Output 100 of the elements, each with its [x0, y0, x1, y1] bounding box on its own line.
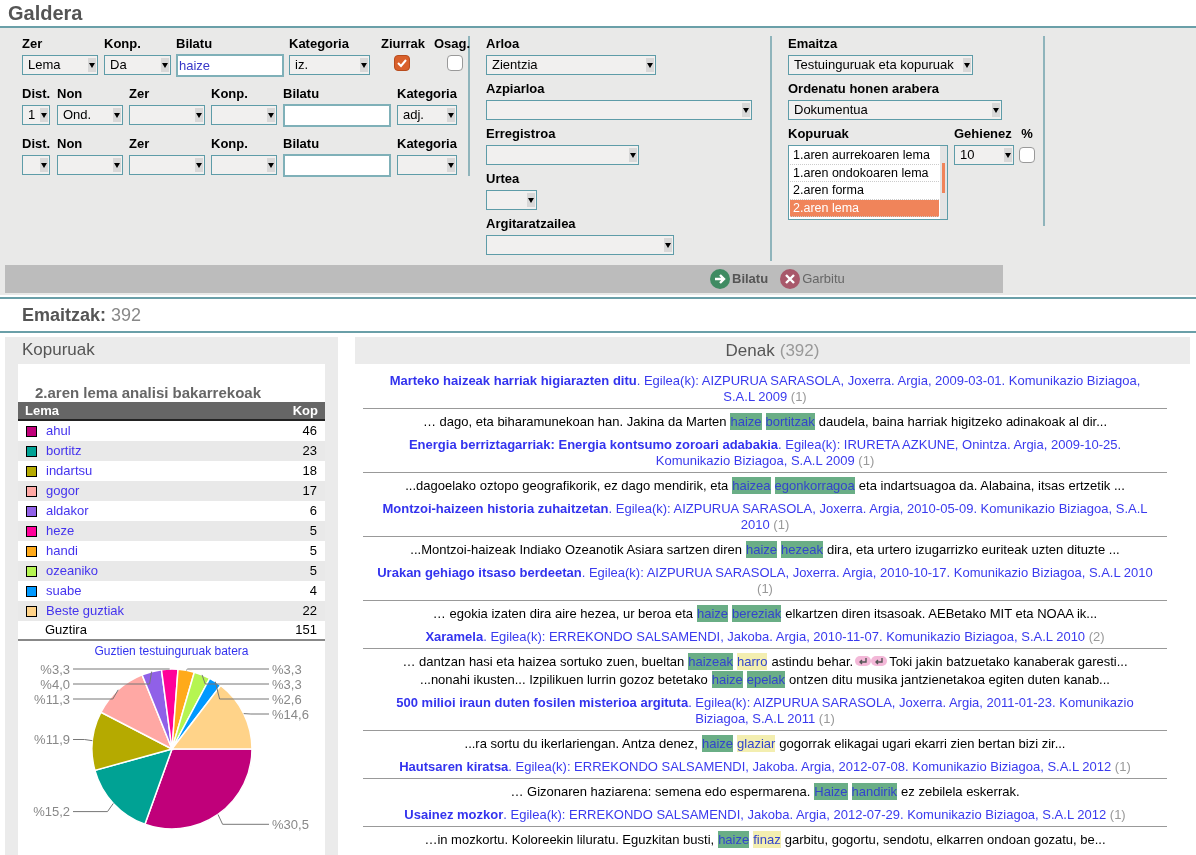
- collocate-highlight: handirik: [851, 782, 898, 800]
- data-label: %3,3: [272, 676, 302, 692]
- dropdown[interactable]: Testuinguruak eta kopuruak: [788, 55, 973, 75]
- lemma-link[interactable]: indartsu: [46, 461, 303, 481]
- column-header: Lema: [25, 402, 59, 419]
- document-heading: Marteko haizeak harriak higiarazten ditu. Egilea(k): AIZPURUA SARASOLA, Joxerra. Argia, 2009-03-01. Komunikazio Biziagoa, S.A.L 2009 (1): [388, 373, 1142, 406]
- keyword-highlight: haizeak: [688, 652, 734, 670]
- value-label: %30,5: [217, 814, 309, 832]
- dropdown[interactable]: [22, 155, 50, 175]
- field-label: Gehienez: [954, 126, 1013, 142]
- field-label: Argitaratzailea: [486, 216, 577, 232]
- lemma-link[interactable]: handi: [46, 541, 310, 561]
- list-option[interactable]: 2.aren forma: [790, 182, 939, 200]
- lemma-link[interactable]: Beste guztiak: [46, 601, 303, 621]
- lemma-link[interactable]: gogor: [46, 481, 303, 501]
- field-label: Bilatu: [283, 86, 321, 102]
- context-text: dira, eta urtero izugarrizko euriteak uzten dituzte ...: [827, 540, 1120, 558]
- field-label: Erregistroa: [486, 126, 557, 142]
- data-label: %3,3: [272, 661, 302, 677]
- checkbox[interactable]: [447, 55, 463, 71]
- dropdown[interactable]: adj.: [397, 105, 457, 125]
- lemma-link[interactable]: aldakor: [46, 501, 310, 521]
- document-title-link[interactable]: Urakan gehiago itsaso berdeetan: [377, 565, 582, 580]
- data-label: %11,9: [34, 732, 70, 747]
- lemma-link[interactable]: ahul: [46, 421, 303, 441]
- text-field[interactable]: [283, 104, 391, 127]
- lemma-link[interactable]: heze: [46, 521, 310, 541]
- dropdown[interactable]: 10: [954, 145, 1014, 165]
- context-text: ...nonahi ikusten... Izpilikuen lurrin gozoz betetako: [420, 670, 708, 688]
- value-label: %15,2: [33, 802, 114, 820]
- search-button[interactable]: Bilatu: [710, 269, 769, 289]
- keyword-highlight: Haize: [814, 782, 848, 800]
- field-label: Dist.: [22, 136, 52, 152]
- lemma-link[interactable]: ozeaniko: [46, 561, 310, 581]
- collocate-highlight: harro: [737, 652, 768, 670]
- field-label: Non: [57, 136, 84, 152]
- context-text: garbitu, gogortu, sendotu, elkarren ondoan gozatu, be...: [784, 830, 1106, 848]
- dropdown[interactable]: 1: [22, 105, 50, 125]
- lemma-link[interactable]: bortitz: [46, 441, 303, 461]
- text-field[interactable]: [283, 154, 391, 177]
- keyword-highlight: haizea: [732, 476, 771, 494]
- field-label: Emaitza: [788, 36, 839, 52]
- keyword-highlight: haize: [730, 412, 762, 430]
- dropdown[interactable]: iz.: [289, 55, 370, 75]
- keyword-highlight: haize: [711, 670, 743, 688]
- line-break-icon: [855, 656, 872, 666]
- collocate-highlight: epelak: [746, 670, 786, 688]
- context-text: Toki jakin batzuetako kanaberak garesti...: [889, 652, 1128, 670]
- table-cell-text: 5: [309, 522, 317, 541]
- value-label: %14,6: [243, 706, 309, 722]
- context-text: … dago, eta biharamunekoan han. Jakina da Marten: [422, 412, 727, 430]
- field-label: Bilatu: [283, 136, 321, 152]
- context-text: … dantzan hasi eta haizea sortuko zuen, bueltan: [402, 652, 685, 670]
- dropdown[interactable]: Ond.: [57, 105, 123, 125]
- table-cell-text: 5: [309, 542, 317, 561]
- panel-title: Denak: [725, 339, 775, 362]
- dropdown[interactable]: Da: [104, 55, 171, 75]
- context-text: … Gizonaren haziarena: semena edo espermarena.: [510, 782, 811, 800]
- document-title-link[interactable]: Montzoi-haizeen historia zuhaitzetan: [382, 501, 609, 516]
- field-label: Arloa: [486, 36, 521, 52]
- keyword-highlight: haize: [718, 830, 750, 848]
- field-label: Ordenatu honen arabera: [788, 81, 940, 97]
- table-title: 2.aren lema analisi bakarrekoak: [34, 384, 262, 402]
- context-text: gogorrak elikagai ugari ekarri zien bertan bizi zir...: [779, 734, 1066, 752]
- field-label: Zer: [129, 86, 151, 102]
- value-label: %3,3: [201, 674, 302, 692]
- chart-title-link[interactable]: Guztien testuinguruak batera: [94, 643, 249, 659]
- keyword-highlight: haize: [697, 604, 729, 622]
- list-option[interactable]: 1.aren aurrekoaren lema: [790, 147, 939, 165]
- context-text: …in mozkortu. Koloreekin liluratu. Eguzkitan busti,: [424, 830, 715, 848]
- lemma-link[interactable]: suabe: [46, 581, 310, 601]
- field-label: Urtea: [486, 171, 521, 187]
- document-title-link[interactable]: Marteko haizeak harriak higiarazten ditu: [389, 373, 637, 388]
- context-text: ez zebilela eskerrak.: [901, 782, 1020, 800]
- checkbox[interactable]: [394, 55, 410, 71]
- value-label: %11,3: [34, 689, 119, 707]
- field-label: Azpiarloa: [486, 81, 546, 97]
- document-heading: Energia berriztagarriak: Energia kontsumo zoroari adabakia. Egilea(k): IRURETA AZKUNE, Onintza. Argia, 2009-10-25. Komunikazio Biziagoa, S.A.L 2009 (1): [407, 437, 1123, 470]
- scrollbar[interactable]: [940, 146, 947, 219]
- document-title-link[interactable]: Usainez mozkor: [404, 807, 504, 822]
- dropdown[interactable]: Dokumentua: [788, 100, 1002, 120]
- dropdown[interactable]: Zientzia: [486, 55, 656, 75]
- collocate-highlight: finaz: [753, 830, 781, 848]
- list-box[interactable]: 1.aren aurrekoaren lema 1.aren ondokoaren lema 2.aren forma 2.aren lema: [788, 145, 948, 220]
- table-cell-text: 5: [309, 562, 317, 581]
- table-cell-text: 4: [309, 582, 317, 601]
- checkbox[interactable]: [1019, 147, 1035, 163]
- text-field[interactable]: haize: [176, 54, 284, 77]
- field-label: Konp.: [104, 36, 142, 52]
- field-label: Osag.: [433, 36, 471, 52]
- context-text: daudela, baina harriak higitzeko adinakoak al dir...: [818, 412, 1108, 430]
- line-break-icon: [871, 656, 888, 666]
- document-heading: Hautsaren kiratsa. Egilea(k): ERREKONDO SALSAMENDI, Jakoba. Argia, 2012-07-08. Komunikazio Biziagoa, S.A.L 2012 (1): [398, 759, 1132, 776]
- table-cell-text: 22: [302, 602, 317, 621]
- data-label: %4,0: [40, 676, 70, 692]
- collocate-highlight: bortitzak: [765, 412, 815, 430]
- dropdown[interactable]: Lema: [22, 55, 98, 75]
- data-label: %11,3: [34, 691, 70, 707]
- collocate-highlight: hezeak: [781, 540, 823, 558]
- list-option[interactable]: 1.aren ondokoaren lema: [790, 164, 939, 182]
